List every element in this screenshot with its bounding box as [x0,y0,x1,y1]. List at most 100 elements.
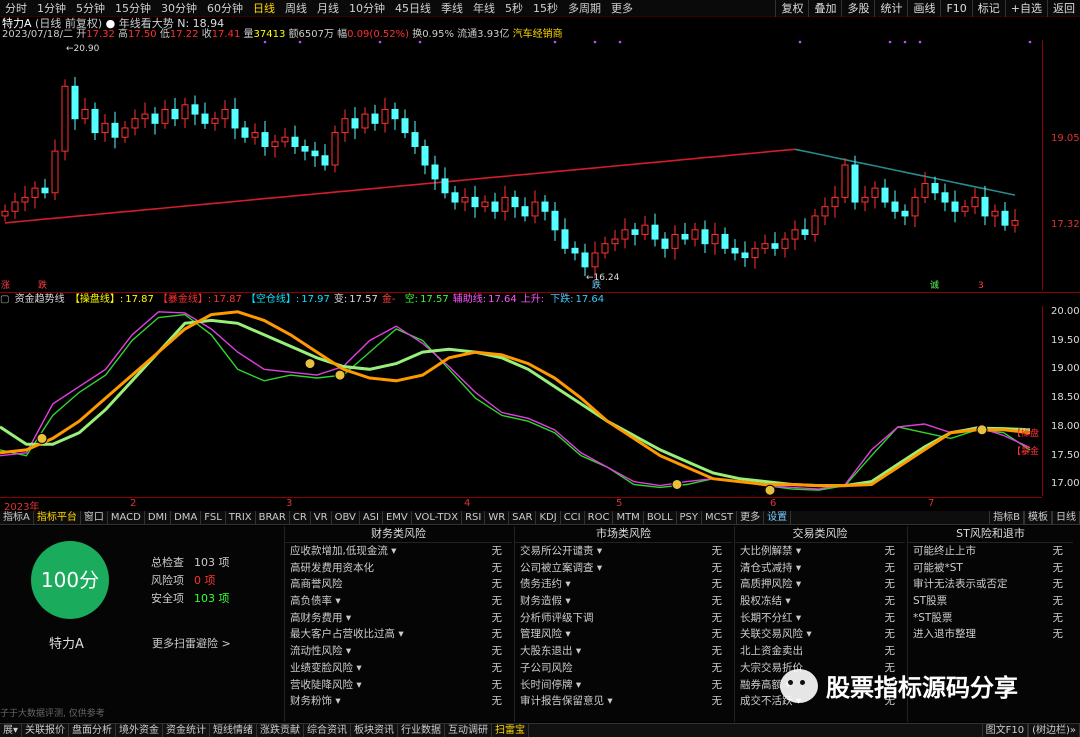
risk-item[interactable]: 长时间停牌 ▾ 无 [515,677,732,694]
indicator-tab-19[interactable]: CCI [561,511,585,524]
indicator-tab-8[interactable]: BRAR [256,511,290,524]
indicator-tab-2[interactable]: 窗口 [81,511,108,524]
risk-item[interactable]: 清仓式减持 ▾ 无 [735,560,905,577]
bottom-tab-7[interactable]: 综合资讯 [304,724,352,737]
indicator-tab-4[interactable]: DMI [145,511,172,524]
bottom-tab-4[interactable]: 资金统计 [163,724,211,737]
timeframe-7[interactable]: 周线 [280,0,312,17]
risk-item[interactable]: 高质押风险 ▾ 无 [735,576,905,593]
timeframe-2[interactable]: 5分钟 [71,0,110,17]
indicator-tab-10[interactable]: VR [311,511,332,524]
risk-item[interactable]: ST股票 无 [908,593,1073,610]
risk-item[interactable]: 北上资金卖出 无 [735,643,905,660]
timeframe-14[interactable]: 15秒 [528,0,563,17]
bottom-tab-0[interactable]: 展▾ [0,724,23,737]
indicator-tab-23[interactable]: PSY [677,511,703,524]
timeframe-3[interactable]: 15分钟 [110,0,156,17]
indicator-tab-right-0[interactable]: 指标B [989,511,1024,525]
risk-item[interactable]: 进入退市整理 无 [908,626,1073,643]
tool-button-1[interactable]: 叠加 [808,0,841,17]
bottom-tab-11[interactable]: 扫雷宝 [492,724,530,737]
bottom-tab-3[interactable]: 境外资金 [116,724,164,737]
more-scan-link[interactable]: 更多扫雷避险 > [152,635,231,651]
bottom-tab-1[interactable]: 关联报价 [22,724,70,737]
indicator-tab-14[interactable]: VOL-TDX [412,511,463,524]
tool-button-2[interactable]: 多股 [841,0,874,17]
timeframe-11[interactable]: 季线 [436,0,468,17]
tool-button-7[interactable]: +自选 [1004,0,1047,17]
risk-item[interactable]: 交易所公开谴责 ▾ 无 [515,543,732,560]
risk-item[interactable]: 营收陡降风险 ▾ 无 [285,677,512,694]
risk-item[interactable]: 可能终止上市 无 [908,543,1073,560]
risk-item[interactable]: 高财务费用 ▾ 无 [285,610,512,627]
tool-button-8[interactable]: 返回 [1047,0,1080,17]
bottom-tab-9[interactable]: 行业数据 [398,724,446,737]
indicator-tab-17[interactable]: SAR [509,511,537,524]
timeframe-8[interactable]: 月线 [312,0,344,17]
candlestick-chart[interactable]: ←20.90←16.24涨跌跌诚 3 [0,40,1042,290]
bottom-tab-8[interactable]: 板块资讯 [351,724,399,737]
industry-tag[interactable]: 汽车经销商 [513,29,563,40]
bottom-right-1[interactable]: (树边栏)» [1028,724,1080,737]
timeframe-13[interactable]: 5秒 [500,0,528,17]
timeframe-9[interactable]: 10分钟 [344,0,390,17]
risk-item[interactable]: 审计无法表示或否定 无 [908,576,1073,593]
indicator-tab-24[interactable]: MCST [702,511,738,524]
risk-item[interactable]: 审计报告保留意见 ▾ 无 [515,693,732,710]
indicator-tab-6[interactable]: FSL [201,511,226,524]
risk-item[interactable]: 公司被立案调查 ▾ 无 [515,560,732,577]
risk-item[interactable]: 财务造假 ▾ 无 [515,593,732,610]
risk-item[interactable]: 可能被*ST 无 [908,560,1073,577]
tool-button-6[interactable]: 标记 [971,0,1005,17]
timeframe-6[interactable]: 日线 [248,0,280,17]
risk-item[interactable]: 管理风险 ▾ 无 [515,626,732,643]
risk-item[interactable]: 财务粉饰 ▾ 无 [285,693,512,710]
indicator-tab-25[interactable]: 更多 [737,511,765,524]
indicator-tab-1[interactable]: 指标平台 [34,511,81,524]
risk-item[interactable]: 分析师评级下调 无 [515,610,732,627]
risk-item[interactable]: 大比例解禁 ▾ 无 [735,543,905,560]
bottom-tab-6[interactable]: 涨跌贡献 [257,724,305,737]
indicator-tab-5[interactable]: DMA [171,511,202,524]
risk-item[interactable]: *ST股票 无 [908,610,1073,627]
timeframe-1[interactable]: 1分钟 [32,0,71,17]
indicator-chart[interactable]: 【操盘【暴金 [0,306,1042,496]
tool-button-4[interactable]: 画线 [907,0,940,17]
bottom-tab-10[interactable]: 互动调研 [445,724,493,737]
indicator-tab-15[interactable]: RSI [462,511,486,524]
indicator-tab-0[interactable]: 指标A [0,511,34,524]
indicator-tab-11[interactable]: OBV [332,511,360,524]
indicator-tab-12[interactable]: ASI [360,511,383,524]
risk-item[interactable]: 高商誉风险 无 [285,576,512,593]
timeframe-0[interactable]: 分时 [0,0,32,17]
risk-item[interactable]: 长期不分红 ▾ 无 [735,610,905,627]
indicator-name[interactable]: 资金趋势线 [15,294,65,305]
risk-item[interactable]: 债务违约 ▾ 无 [515,576,732,593]
risk-item[interactable]: 高负债率 ▾ 无 [285,593,512,610]
indicator-tab-right-2[interactable]: 日线 [1052,511,1080,525]
indicator-tab-13[interactable]: EMV [383,511,412,524]
indicator-tab-22[interactable]: BOLL [644,511,677,524]
risk-item[interactable]: 高研发费用资本化 无 [285,560,512,577]
timeframe-12[interactable]: 年线 [468,0,500,17]
timeframe-16[interactable]: 更多 [606,0,638,17]
indicator-toggle-icon[interactable]: ▢ [0,294,9,305]
tool-button-5[interactable]: F10 [940,0,971,17]
indicator-tab-21[interactable]: MTM [613,511,644,524]
bottom-tab-2[interactable]: 盘面分析 [69,724,117,737]
bottom-right-0[interactable]: 图文F10 [981,724,1029,737]
indicator-tab-7[interactable]: TRIX [226,511,256,524]
timeframe-10[interactable]: 45日线 [390,0,436,17]
indicator-tab-26[interactable]: 设置 [764,511,792,524]
indicator-tab-9[interactable]: CR [290,511,311,524]
indicator-tab-right-1[interactable]: 模板 [1024,511,1052,525]
risk-item[interactable]: 大股东退出 ▾ 无 [515,643,732,660]
indicator-tab-18[interactable]: KDJ [536,511,561,524]
bottom-tab-5[interactable]: 短线情绪 [210,724,258,737]
risk-item[interactable]: 子公司风险 无 [515,660,732,677]
indicator-tab-20[interactable]: ROC [585,511,614,524]
risk-item[interactable]: 股权冻结 ▾ 无 [735,593,905,610]
tool-button-0[interactable]: 复权 [775,0,808,17]
tool-button-3[interactable]: 统计 [874,0,907,17]
timeframe-5[interactable]: 60分钟 [202,0,248,17]
